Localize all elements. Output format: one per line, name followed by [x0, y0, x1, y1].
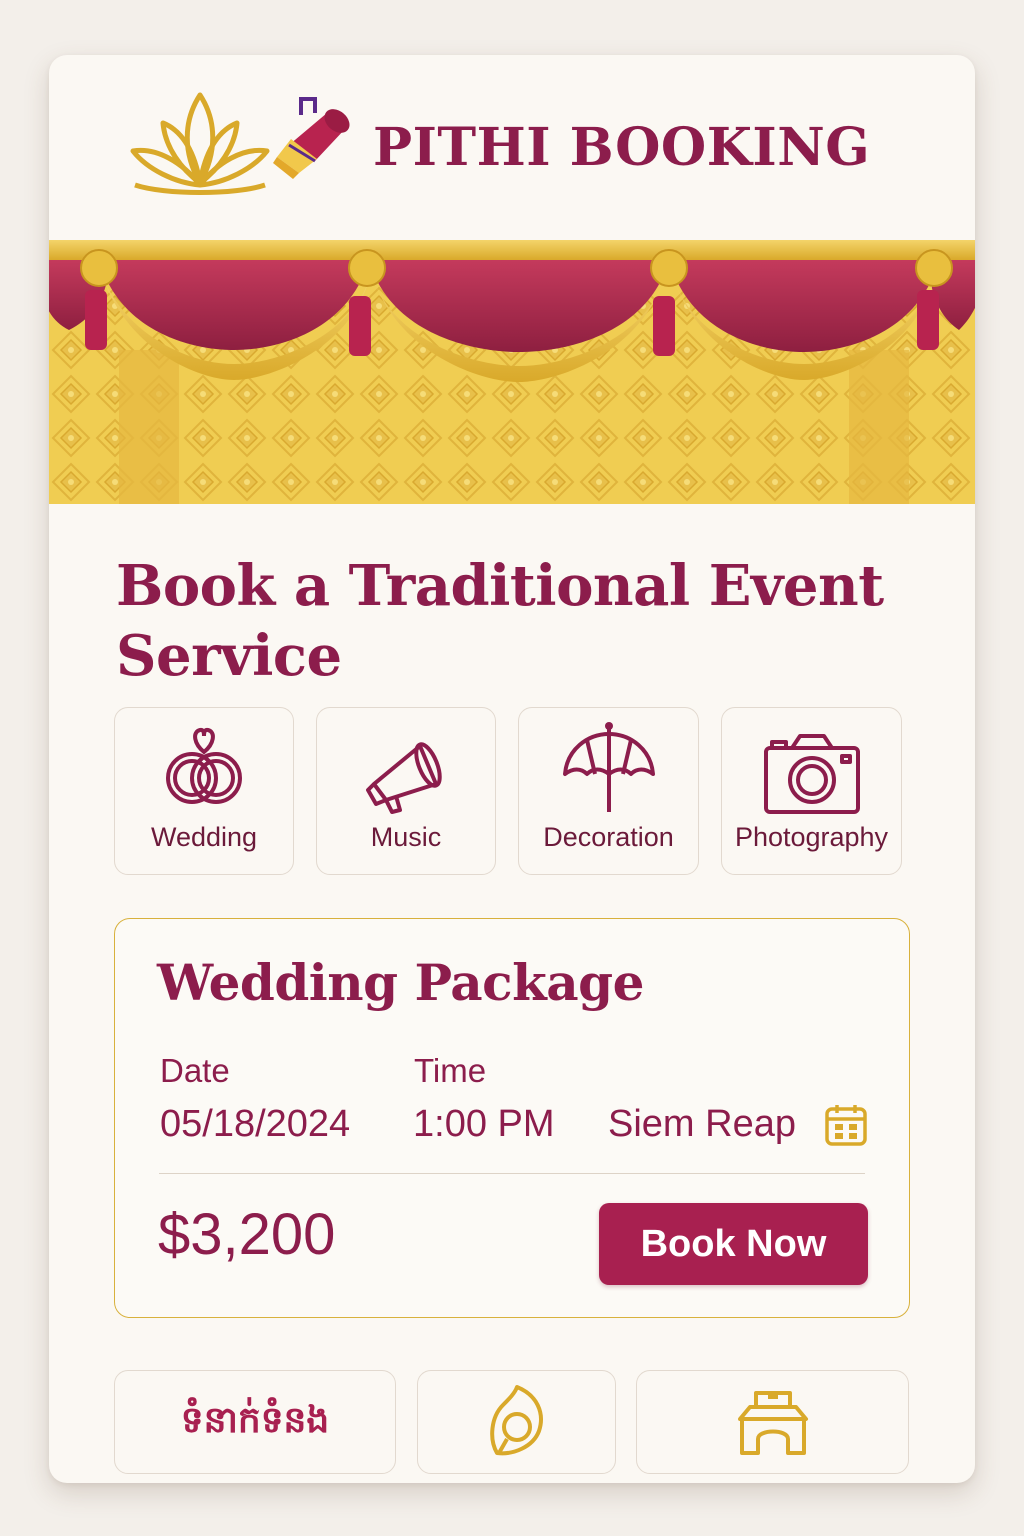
category-label: Photography [734, 822, 889, 852]
category-wedding[interactable]: Wedding [114, 707, 294, 875]
book-now-button[interactable]: Book Now [599, 1203, 868, 1285]
khmer-label: ទំនាក់ទំនង [180, 1400, 330, 1441]
category-label: Decoration [543, 822, 674, 852]
date-value[interactable]: 05/18/2024 [160, 1103, 350, 1146]
calendar-icon[interactable] [823, 1102, 869, 1148]
horn-icon [273, 97, 350, 179]
megaphone-icon [366, 742, 442, 814]
page-title: Book a Traditional Event Service [116, 553, 884, 689]
category-decoration[interactable]: Decoration [518, 707, 699, 875]
nav-temple-tab[interactable] [636, 1370, 909, 1474]
temple-icon [737, 1391, 808, 1455]
brand-name: PITHI BOOKING [373, 117, 871, 178]
nav-khmer-tab[interactable]: ទំនាក់ទំនង [114, 1370, 396, 1474]
wedding-package-card: Wedding Package Date Time 05/18/2024 1:0… [114, 918, 910, 1318]
category-label: Music [370, 822, 442, 852]
divider [159, 1173, 865, 1174]
nav-leaf-tab[interactable] [417, 1370, 616, 1474]
leaf-icon [489, 1385, 543, 1456]
location-value[interactable]: Siem Reap [608, 1103, 796, 1146]
wedding-rings-icon [166, 727, 242, 804]
category-label: Wedding [150, 822, 258, 852]
time-label: Time [414, 1052, 487, 1089]
lotus-icon [130, 92, 270, 195]
curtain-banner [49, 240, 975, 504]
time-value[interactable]: 1:00 PM [413, 1103, 555, 1146]
umbrella-icon [562, 722, 655, 812]
package-price: $3,200 [158, 1202, 336, 1267]
app-card: PITHI BOOKING Book a Traditional Event S… [49, 55, 975, 1483]
category-music[interactable]: Music [316, 707, 496, 875]
package-title: Wedding Package [157, 953, 644, 1012]
header: PITHI BOOKING [49, 55, 975, 240]
date-label: Date [160, 1052, 230, 1089]
camera-icon [763, 734, 860, 814]
category-photography[interactable]: Photography [721, 707, 902, 875]
